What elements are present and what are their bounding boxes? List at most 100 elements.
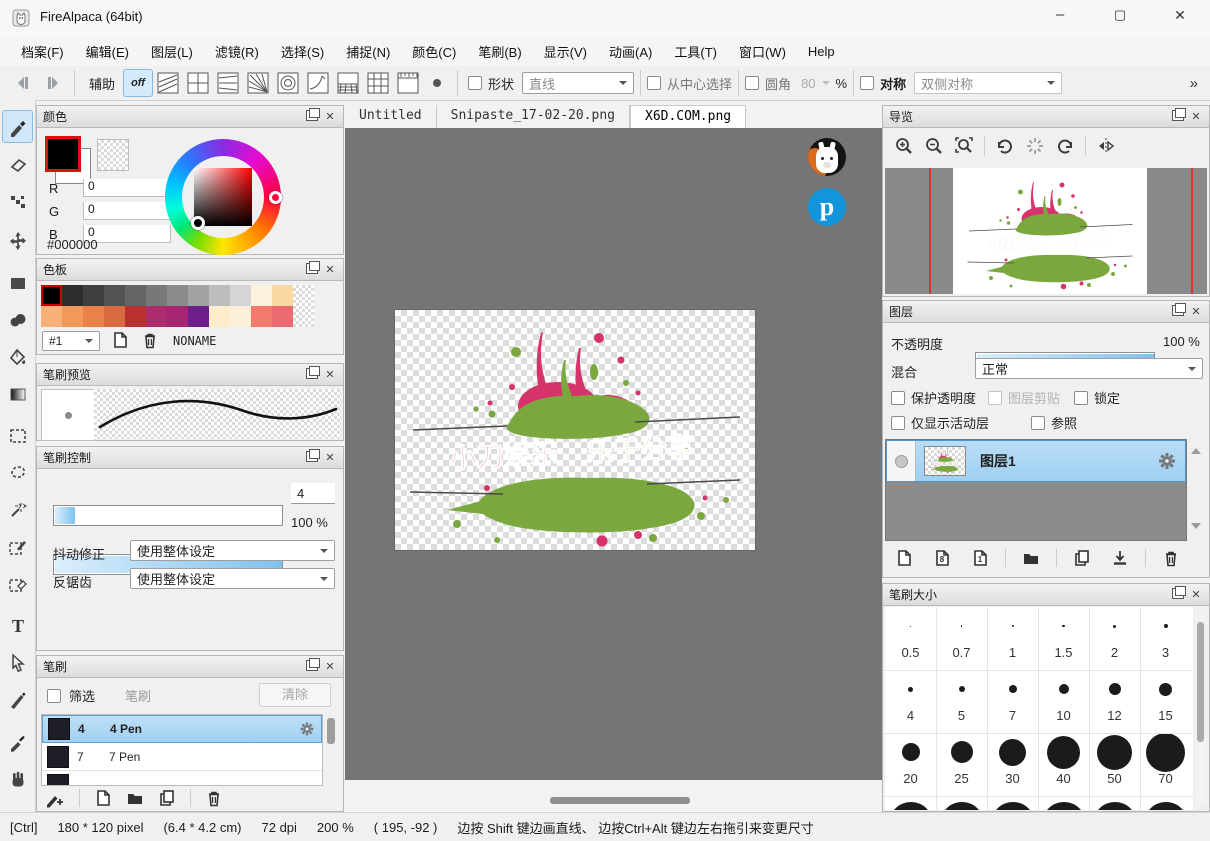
brush-size-cell[interactable]: 3 — [1140, 607, 1191, 660]
menu-item[interactable]: 工具(T) — [663, 38, 728, 65]
brush-size-cell[interactable]: 0.5 — [885, 607, 936, 660]
brush-size-cell[interactable]: 40 — [1038, 733, 1089, 786]
text-tool[interactable]: T — [2, 609, 33, 642]
palette-swatch[interactable] — [62, 306, 83, 327]
select-lasso-tool[interactable] — [2, 456, 33, 489]
panel-close-icon[interactable]: ✕ — [323, 451, 337, 465]
panel-close-icon[interactable]: ✕ — [323, 263, 337, 277]
rotate-cw-icon[interactable] — [1050, 132, 1080, 160]
palette-swatch[interactable] — [104, 285, 125, 306]
palette-swatch[interactable] — [251, 306, 272, 327]
center-select-checkbox[interactable] — [647, 76, 661, 90]
brush-new-button[interactable] — [94, 789, 112, 807]
panel-close-icon[interactable]: ✕ — [1189, 110, 1203, 124]
menu-item[interactable]: 颜色(C) — [401, 38, 467, 65]
panel-float-icon[interactable] — [305, 368, 319, 382]
channel-r-value[interactable]: 0 — [83, 179, 171, 197]
palette-swatch[interactable] — [41, 285, 62, 306]
add-8bit-layer-button[interactable]: 8 — [929, 547, 955, 569]
brush-list-scrollbar[interactable] — [327, 718, 335, 744]
snap-off-button[interactable]: off — [123, 69, 153, 97]
palette-swatch[interactable] — [167, 285, 188, 306]
zoom-fit-icon[interactable] — [949, 132, 979, 160]
panel-close-icon[interactable]: ✕ — [323, 660, 337, 674]
dot-tool[interactable] — [2, 184, 33, 217]
brush-add-button[interactable] — [45, 788, 65, 808]
palette-add-button[interactable] — [111, 331, 129, 349]
canvas-image[interactable] — [395, 310, 755, 550]
select-pen-tool[interactable] — [2, 530, 33, 563]
brush-size-cell-partial[interactable] — [1089, 796, 1140, 810]
menu-item[interactable]: 编辑(E) — [75, 38, 140, 65]
panel-float-icon[interactable] — [305, 110, 319, 124]
brush-size-cell[interactable]: 0.7 — [936, 607, 987, 660]
merge-down-button[interactable] — [1107, 547, 1133, 569]
brush-row[interactable]: 7 7 Pen — [42, 743, 322, 771]
palette-swatch[interactable] — [209, 306, 230, 327]
menu-item[interactable]: 显示(V) — [533, 38, 598, 65]
add-folder-button[interactable] — [1018, 547, 1044, 569]
menu-item[interactable]: 动画(A) — [598, 38, 663, 65]
menu-item[interactable]: 档案(F) — [10, 38, 75, 65]
pen-tool[interactable] — [2, 683, 33, 716]
palette-swatch[interactable] — [83, 306, 104, 327]
layer-settings-gear-icon[interactable] — [1157, 451, 1177, 471]
add-1bit-layer-button[interactable]: 1 — [967, 547, 993, 569]
operation-tool[interactable] — [2, 646, 33, 679]
brush-size-cell[interactable]: 10 — [1038, 670, 1089, 723]
active-only-checkbox[interactable] — [891, 416, 905, 430]
round-corner-spinner[interactable] — [822, 81, 830, 89]
layer-blend-select[interactable]: 正常 — [975, 358, 1203, 379]
menu-item[interactable]: 窗口(W) — [728, 38, 797, 65]
snap-grid-icon[interactable] — [365, 70, 391, 96]
gradient-tool[interactable] — [2, 377, 33, 410]
shape-checkbox[interactable] — [468, 76, 482, 90]
layer-row-selected[interactable]: 图层1 — [886, 440, 1186, 482]
menu-item[interactable]: 笔刷(B) — [467, 38, 532, 65]
brush-size-cell-partial[interactable] — [885, 796, 936, 810]
panel-close-icon[interactable]: ✕ — [323, 110, 337, 124]
brush-size-cell[interactable]: 50 — [1089, 733, 1140, 786]
palette-swatch[interactable] — [62, 285, 83, 306]
close-button[interactable]: ✕ — [1165, 7, 1195, 24]
bucket-fill-tool[interactable] — [2, 340, 33, 373]
brush-size-cell[interactable]: 30 — [987, 733, 1038, 786]
menu-item[interactable]: Help — [797, 40, 846, 63]
palette-swatch[interactable] — [146, 285, 167, 306]
magic-wand-tool[interactable] — [2, 493, 33, 526]
pixiv-icon[interactable]: p — [808, 188, 846, 226]
palette-swatch[interactable] — [188, 306, 209, 327]
menu-item[interactable]: 捕捉(N) — [335, 38, 401, 65]
brush-duplicate-button[interactable] — [158, 789, 176, 807]
palette-swatch[interactable] — [104, 306, 125, 327]
snap-cross-icon[interactable] — [185, 70, 211, 96]
palette-swatch[interactable] — [230, 306, 251, 327]
maximize-button[interactable]: ▢ — [1105, 7, 1135, 23]
eraser-tool[interactable] — [2, 147, 33, 180]
round-corner-checkbox[interactable] — [745, 76, 759, 90]
menu-item[interactable]: 图层(L) — [140, 38, 204, 65]
undo-button[interactable] — [10, 70, 36, 96]
hand-tool[interactable] — [2, 762, 33, 795]
hue-marker[interactable] — [269, 191, 282, 204]
panel-close-icon[interactable]: ✕ — [1189, 305, 1203, 319]
palette-group-select[interactable]: #1 — [42, 331, 100, 351]
snap-circle-icon[interactable] — [275, 70, 301, 96]
horizontal-scroll-thumb[interactable] — [550, 797, 690, 804]
document-tab[interactable]: Untitled — [345, 105, 437, 128]
palette-swatch[interactable] — [251, 285, 272, 306]
document-tab[interactable]: X6D.COM.png — [630, 105, 746, 128]
menu-item[interactable]: 选择(S) — [270, 38, 335, 65]
palette-swatch[interactable] — [230, 285, 251, 306]
snap-radial-icon[interactable] — [245, 70, 271, 96]
brush-delete-button[interactable] — [205, 789, 223, 807]
symmetry-select[interactable]: 双侧对称 — [914, 72, 1062, 94]
protect-alpha-checkbox[interactable] — [891, 391, 905, 405]
brush-size-cell-partial[interactable] — [987, 796, 1038, 810]
firealpaca-mascot-icon[interactable] — [808, 138, 846, 176]
rotate-ccw-icon[interactable] — [990, 132, 1020, 160]
brush-size-cell[interactable]: 1.5 — [1038, 607, 1089, 660]
transparent-color-swatch[interactable] — [97, 139, 129, 171]
sv-marker[interactable] — [191, 216, 205, 230]
clipping-checkbox[interactable] — [988, 391, 1002, 405]
